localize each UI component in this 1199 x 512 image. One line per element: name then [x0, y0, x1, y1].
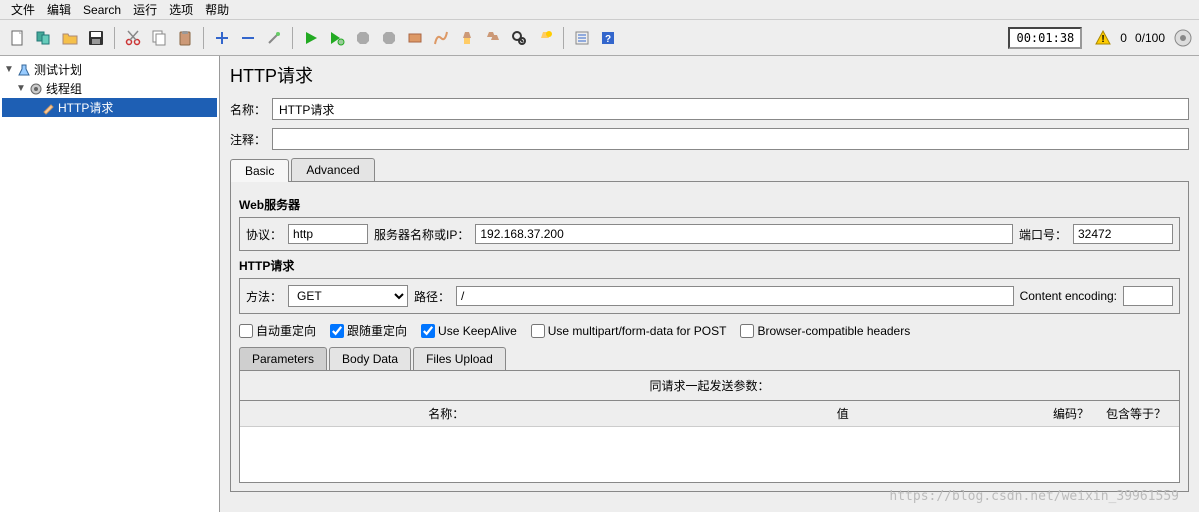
http-request-title: HTTP请求: [239, 257, 1180, 274]
col-name[interactable]: 名称：: [248, 405, 645, 422]
tree-http-request[interactable]: HTTP请求: [2, 98, 217, 117]
cut-icon[interactable]: [121, 26, 145, 50]
comment-input[interactable]: [272, 128, 1189, 150]
watermark: https://blog.csdn.net/weixin_39961559: [889, 489, 1179, 504]
method-select[interactable]: GET: [288, 285, 408, 307]
port-label: 端口号：: [1019, 226, 1067, 243]
menu-run[interactable]: 运行: [128, 0, 162, 19]
tree-label: 线程组: [46, 80, 82, 97]
tab-basic[interactable]: Basic: [230, 159, 289, 182]
expand-arrow-icon[interactable]: ▼: [16, 83, 26, 94]
remote-stop-icon[interactable]: [429, 26, 453, 50]
col-encode[interactable]: 编码？: [1041, 405, 1101, 422]
subtab-files-upload[interactable]: Files Upload: [413, 347, 506, 370]
shutdown-icon[interactable]: [377, 26, 401, 50]
clear-icon[interactable]: [455, 26, 479, 50]
menu-bar: 文件 编辑 Search 运行 选项 帮助: [0, 0, 1199, 20]
chk-browser-headers[interactable]: Browser-compatible headers: [740, 324, 910, 338]
plus-icon[interactable]: [210, 26, 234, 50]
parameters-title: 同请求一起发送参数：: [240, 371, 1179, 401]
method-label: 方法：: [246, 288, 282, 305]
menu-options[interactable]: 选项: [164, 0, 198, 19]
server-input[interactable]: [475, 224, 1013, 244]
status-indicator-icon: [1173, 28, 1193, 48]
tree-thread-group[interactable]: ▼ 线程组: [2, 79, 217, 98]
name-label: 名称：: [230, 101, 266, 118]
separator: [114, 27, 115, 49]
encoding-input[interactable]: [1123, 286, 1173, 306]
gear-icon: [28, 81, 44, 97]
templates-icon[interactable]: [32, 26, 56, 50]
help-icon[interactable]: ?: [596, 26, 620, 50]
open-icon[interactable]: [58, 26, 82, 50]
new-icon[interactable]: [6, 26, 30, 50]
menu-help[interactable]: 帮助: [200, 0, 234, 19]
web-server-title: Web服务器: [239, 196, 1180, 213]
server-label: 服务器名称或IP：: [374, 226, 469, 243]
wand-icon[interactable]: [262, 26, 286, 50]
separator: [292, 27, 293, 49]
protocol-input[interactable]: [288, 224, 368, 244]
clear-all-icon[interactable]: [481, 26, 505, 50]
elapsed-time: 00:01:38: [1008, 27, 1082, 49]
pipette-icon: [40, 100, 56, 116]
separator: [563, 27, 564, 49]
copy-icon[interactable]: [147, 26, 171, 50]
tree-panel: ▼ 测试计划 ▼ 线程组 HTTP请求: [0, 56, 220, 512]
chk-multipart[interactable]: Use multipart/form-data for POST: [531, 324, 727, 338]
svg-text:!: !: [1102, 34, 1105, 45]
tree-label: HTTP请求: [58, 99, 113, 116]
function-helper-icon[interactable]: [570, 26, 594, 50]
tab-advanced[interactable]: Advanced: [291, 158, 374, 181]
separator: [203, 27, 204, 49]
col-include[interactable]: 包含等于？: [1101, 405, 1171, 422]
expand-arrow-icon[interactable]: ▼: [4, 64, 14, 75]
minus-icon[interactable]: [236, 26, 260, 50]
chk-follow-redirect[interactable]: 跟随重定向: [330, 322, 407, 339]
menu-search[interactable]: Search: [78, 2, 126, 18]
flask-icon: [16, 62, 32, 78]
svg-text:?: ?: [605, 34, 611, 45]
menu-file[interactable]: 文件: [6, 0, 40, 19]
comment-label: 注释：: [230, 131, 266, 148]
tab-content-basic: Web服务器 协议： 服务器名称或IP： 端口号： HTTP请求 方法： GET…: [230, 181, 1189, 492]
path-input[interactable]: [456, 286, 1014, 306]
path-label: 路径：: [414, 288, 450, 305]
chk-auto-redirect[interactable]: 自动重定向: [239, 322, 316, 339]
save-icon[interactable]: [84, 26, 108, 50]
parameters-panel: 同请求一起发送参数： 名称： 值 编码？ 包含等于？: [239, 370, 1180, 483]
port-input[interactable]: [1073, 224, 1173, 244]
thread-ratio: 0/100: [1135, 31, 1165, 45]
col-value[interactable]: 值: [645, 405, 1042, 422]
menu-edit[interactable]: 编辑: [42, 0, 76, 19]
subtab-parameters[interactable]: Parameters: [239, 347, 327, 370]
stop-icon[interactable]: [351, 26, 375, 50]
start-icon[interactable]: [299, 26, 323, 50]
name-input[interactable]: [272, 98, 1189, 120]
tree-label: 测试计划: [34, 61, 82, 78]
reset-search-icon[interactable]: [533, 26, 557, 50]
encoding-label: Content encoding:: [1020, 289, 1117, 303]
panel-title: HTTP请求: [230, 62, 1189, 88]
parameters-body[interactable]: [240, 427, 1179, 482]
subtab-body-data[interactable]: Body Data: [329, 347, 411, 370]
start-noTimers-icon[interactable]: [325, 26, 349, 50]
protocol-label: 协议：: [246, 226, 282, 243]
warning-count: 0: [1120, 31, 1127, 45]
remote-start-icon[interactable]: [403, 26, 427, 50]
paste-icon[interactable]: [173, 26, 197, 50]
search-icon[interactable]: [507, 26, 531, 50]
toolbar: ? 00:01:38 ! 0 0/100: [0, 20, 1199, 56]
parameters-headers: 名称： 值 编码？ 包含等于？: [240, 401, 1179, 427]
tree-test-plan[interactable]: ▼ 测试计划: [2, 60, 217, 79]
warning-icon[interactable]: !: [1094, 29, 1112, 47]
chk-keepalive[interactable]: Use KeepAlive: [421, 324, 517, 338]
content-panel: HTTP请求 名称： 注释： Basic Advanced Web服务器 协议：…: [220, 56, 1199, 512]
